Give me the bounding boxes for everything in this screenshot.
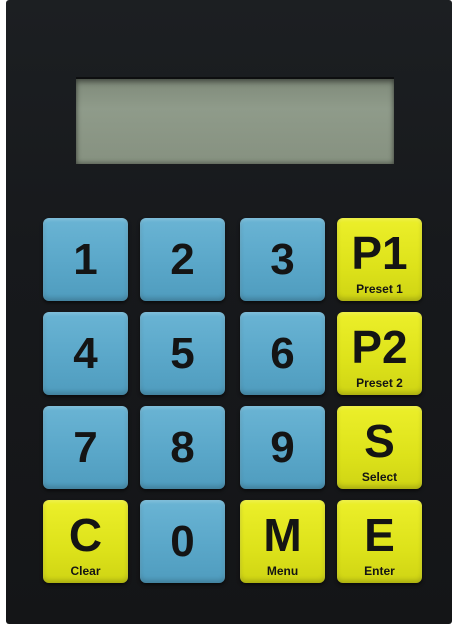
key-2-button[interactable]: 2 [140,218,225,301]
key-label: 8 [170,423,195,472]
preset-2-button[interactable]: P2 Preset 2 [337,312,422,395]
key-sublabel: Select [361,470,398,484]
enter-button[interactable]: E Enter [337,500,422,583]
key-label: M [263,509,302,561]
select-button[interactable]: S Select [337,406,422,489]
key-4-button[interactable]: 4 [43,312,128,395]
key-9-button[interactable]: 9 [240,406,325,489]
keypad-panel: 1 2 3 P1 Preset 1 4 5 6 P2 Preset 2 7 8 … [6,0,452,624]
key-8-button[interactable]: 8 [140,406,225,489]
key-label: C [68,509,103,561]
key-7-button[interactable]: 7 [43,406,128,489]
key-label: 9 [270,423,295,472]
key-label: 0 [170,517,195,566]
key-sublabel: Clear [70,564,101,578]
key-label: E [364,509,395,561]
preset-1-button[interactable]: P1 Preset 1 [337,218,422,301]
key-6-button[interactable]: 6 [240,312,325,395]
key-label: 3 [270,235,295,284]
key-label: 6 [270,329,295,378]
key-label: P1 [351,227,408,279]
key-label: 7 [73,423,98,472]
key-0-button[interactable]: 0 [140,500,225,583]
key-5-button[interactable]: 5 [140,312,225,395]
key-sublabel: Enter [364,564,395,578]
key-1-button[interactable]: 1 [43,218,128,301]
menu-button[interactable]: M Menu [240,500,325,583]
key-label: 2 [170,235,195,284]
key-sublabel: Preset 2 [356,376,403,390]
key-label: P2 [351,321,408,373]
lcd-display [76,77,394,164]
key-label: 1 [73,235,98,284]
key-label: S [364,415,395,467]
key-sublabel: Preset 1 [356,282,403,296]
key-3-button[interactable]: 3 [240,218,325,301]
key-label: 4 [73,329,98,378]
key-label: 5 [170,329,195,378]
lcd-display-text [76,79,394,164]
key-sublabel: Menu [266,564,299,578]
clear-button[interactable]: C Clear [43,500,128,583]
